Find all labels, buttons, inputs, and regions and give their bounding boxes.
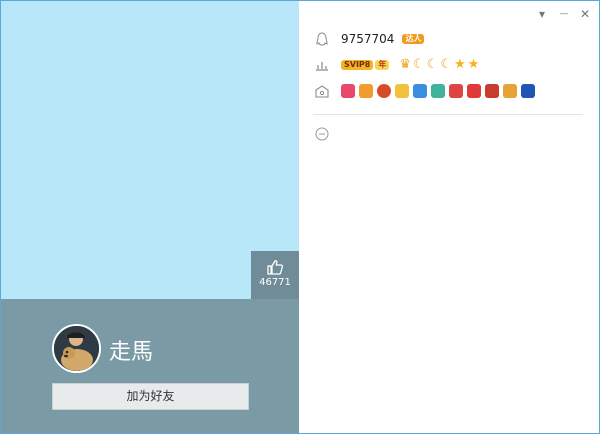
- pet-icon[interactable]: [521, 84, 535, 98]
- username: 走馬: [109, 340, 154, 365]
- video-icon[interactable]: [449, 84, 463, 98]
- star-icon: ★: [453, 57, 466, 72]
- avatar[interactable]: [52, 324, 101, 373]
- qq-number: 9757704: [341, 32, 395, 46]
- profile-info-strip: [1, 299, 299, 433]
- thumbs-up-icon: [267, 260, 283, 275]
- more-icon[interactable]: [315, 126, 329, 141]
- moon-icon: ☾: [413, 57, 425, 72]
- feather-icon[interactable]: [503, 84, 517, 98]
- daren-badge[interactable]: 达人: [402, 34, 425, 44]
- level-chart-icon: [315, 58, 329, 72]
- star-icon: ★: [467, 57, 480, 72]
- profile-left-panel: 46771 走馬 加为好友: [1, 1, 299, 433]
- add-friend-button[interactable]: 加为好友: [52, 383, 249, 410]
- qq-number-row: 9757704 达人: [315, 30, 425, 48]
- crown-icon: ♛: [399, 57, 412, 72]
- avatar-image: [54, 326, 99, 371]
- level-row: SVIP8 年 ♛ ☾ ☾ ☾ ★ ★: [315, 56, 479, 74]
- music-icon[interactable]: [395, 84, 409, 98]
- wallet-icon[interactable]: [431, 84, 445, 98]
- divider: [313, 114, 583, 115]
- profile-card-window: 46771 走馬 加为好友 ▾ — ✕ 9757704 达人 SVIP8 年 ♛…: [0, 0, 600, 434]
- year-badge: 年: [375, 60, 390, 70]
- down-arrow-icon[interactable]: [467, 84, 481, 98]
- moon-icon: ☾: [440, 57, 452, 72]
- gift-bag-icon[interactable]: [359, 84, 373, 98]
- dropdown-icon[interactable]: ▾: [535, 7, 549, 21]
- svip-badge[interactable]: SVIP8: [341, 60, 374, 70]
- moon-icon: ☾: [426, 57, 439, 72]
- heart-wing-icon[interactable]: [341, 84, 355, 98]
- close-icon[interactable]: ✕: [578, 7, 592, 21]
- services-row: [315, 82, 539, 100]
- minimize-icon[interactable]: —: [557, 7, 571, 21]
- like-count: 46771: [259, 277, 291, 288]
- like-button[interactable]: 46771: [251, 251, 299, 299]
- penguin-icon: [315, 32, 329, 46]
- services-icon: [315, 84, 329, 98]
- game-icon[interactable]: [377, 84, 391, 98]
- profile-right-panel: ▾ — ✕ 9757704 达人 SVIP8 年 ♛ ☾ ☾ ☾ ★ ★: [299, 1, 599, 433]
- car-icon[interactable]: [485, 84, 499, 98]
- star-blue-icon[interactable]: [413, 84, 427, 98]
